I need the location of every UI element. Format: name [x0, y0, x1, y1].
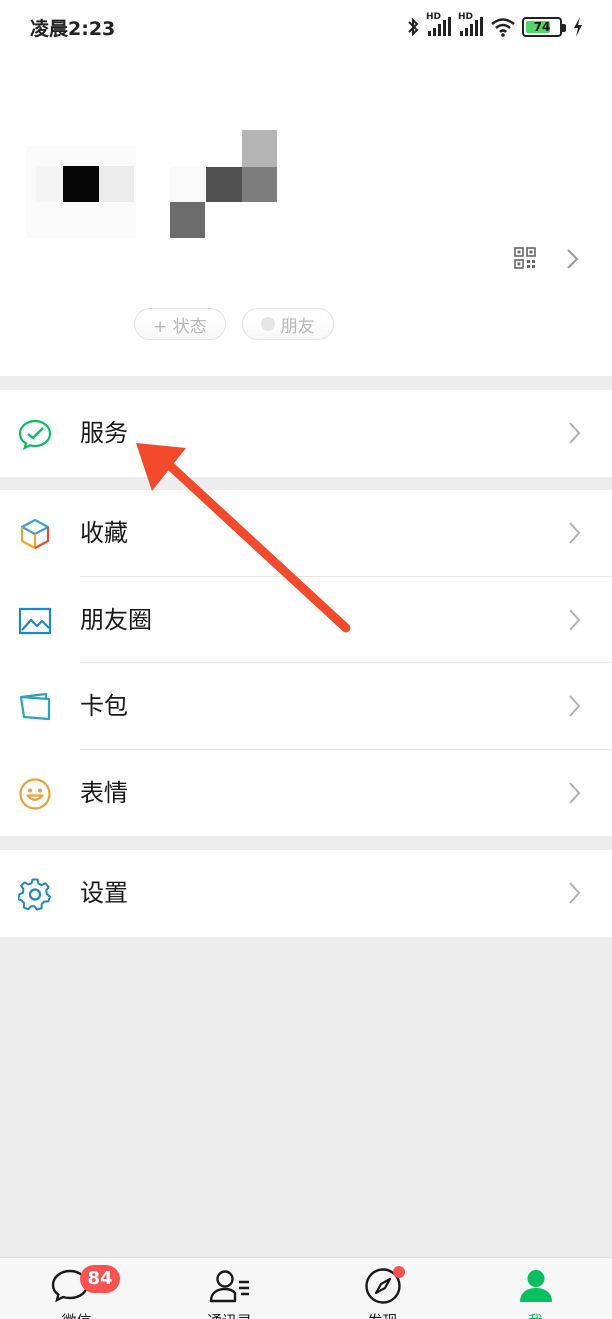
unread-badge: 84 — [80, 1265, 120, 1293]
battery-level: 74 — [533, 20, 551, 34]
menu-label: 设置 — [80, 879, 128, 907]
smiley-icon — [19, 777, 51, 810]
nickname — [170, 130, 277, 238]
tab-label: 我 — [459, 1310, 612, 1319]
tab-label: 微信 — [0, 1310, 153, 1319]
tab-discover[interactable]: 发现 — [306, 1258, 459, 1319]
friends-status-button[interactable]: 朋友 — [241, 308, 334, 340]
menu-label: 收藏 — [80, 519, 128, 547]
tab-contacts[interactable]: 通讯录 — [153, 1258, 306, 1319]
content-group: 收藏 朋友圈 卡包 表情 — [0, 490, 612, 836]
service-group: 服务 — [0, 390, 612, 477]
avatar[interactable] — [26, 146, 136, 238]
status-icons: HD HD 74 — [406, 12, 584, 40]
tab-me[interactable]: 我 — [459, 1258, 612, 1319]
card-wallet-icon — [19, 692, 51, 721]
tab-label: 发现 — [306, 1310, 459, 1319]
chevron-right-icon — [569, 522, 581, 544]
bottom-tab-bar: 84 微信 通讯录 发现 我 — [0, 1257, 612, 1319]
status-bar: 凌晨2:23 HD HD 74 — [0, 0, 612, 56]
friend-avatar-dot — [260, 317, 275, 331]
tab-chats[interactable]: 84 微信 — [0, 1258, 153, 1319]
add-status-label: + 状态 — [153, 316, 207, 337]
favorites-cube-icon — [20, 518, 50, 550]
wifi-icon — [491, 18, 515, 37]
tab-label: 通讯录 — [153, 1310, 306, 1319]
chevron-right-icon[interactable] — [566, 248, 580, 270]
charging-icon — [574, 17, 582, 37]
menu-label: 服务 — [80, 419, 128, 447]
signal-hd-icon: HD — [426, 12, 452, 38]
chevron-right-icon — [569, 422, 581, 444]
menu-label: 卡包 — [80, 692, 128, 720]
menu-label: 朋友圈 — [80, 605, 152, 634]
chevron-right-icon — [569, 882, 581, 904]
chevron-right-icon — [569, 608, 581, 631]
new-content-dot — [393, 1266, 405, 1278]
profile-header[interactable]: + 状态 朋友 — [0, 56, 612, 376]
menu-item-service[interactable]: 服务 — [0, 390, 612, 477]
bluetooth-icon — [408, 17, 419, 37]
friends-status-label: 朋友 — [280, 316, 315, 337]
status-chips: + 状态 朋友 — [134, 308, 334, 340]
chevron-right-icon — [569, 695, 581, 717]
qr-code-icon[interactable] — [514, 247, 536, 269]
add-status-button[interactable]: + 状态 — [134, 308, 226, 340]
service-icon — [18, 419, 52, 451]
signal-hd-icon: HD — [458, 12, 484, 38]
menu-item-stickers[interactable]: 表情 — [0, 750, 612, 837]
person-icon — [519, 1270, 552, 1302]
gear-icon — [18, 878, 51, 911]
menu-label: 表情 — [80, 778, 128, 807]
chevron-right-icon — [569, 781, 581, 804]
battery-icon: 74 — [522, 17, 566, 37]
menu-item-favorites[interactable]: 收藏 — [0, 490, 612, 577]
menu-item-moments[interactable]: 朋友圈 — [0, 577, 612, 663]
contacts-icon — [209, 1270, 249, 1303]
menu-item-cards[interactable]: 卡包 — [0, 663, 612, 750]
moments-image-icon — [18, 607, 52, 634]
status-time: 凌晨2:23 — [30, 18, 116, 40]
menu-item-settings[interactable]: 设置 — [0, 850, 612, 937]
settings-group: 设置 — [0, 850, 612, 937]
